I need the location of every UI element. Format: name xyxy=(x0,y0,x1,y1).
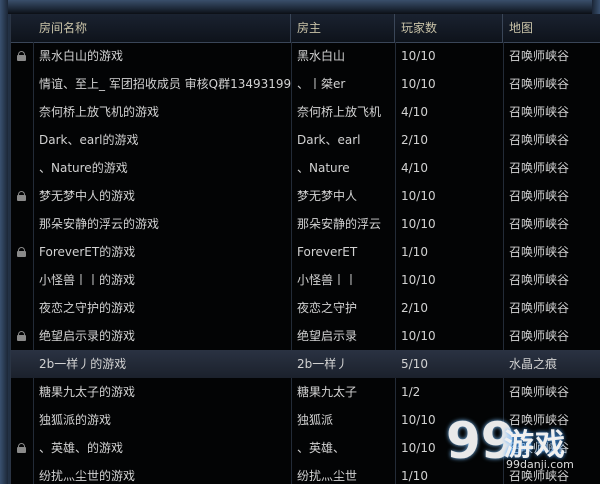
host-cell: 黑水白山 xyxy=(297,49,346,63)
room-name-cell: 2b一样丿的游戏 xyxy=(39,357,127,371)
room-name-cell: 独狐派的游戏 xyxy=(39,413,112,427)
header-room-name[interactable]: 房间名称 xyxy=(33,14,291,42)
table-row[interactable]: 黑水白山的游戏 黑水白山 10/10 召唤师峡谷 xyxy=(11,42,600,70)
host-cell: 、英雄、 xyxy=(297,441,346,455)
lock-icon xyxy=(17,331,26,341)
lock-icon xyxy=(17,443,26,453)
room-name-cell: 、Nature的游戏 xyxy=(39,161,128,175)
table-header: 房间名称 房主 玩家数 地图 xyxy=(11,14,600,43)
watermark-url: 99danji.com xyxy=(506,458,574,471)
room-name-cell: 情谊、至上_ 军团招收成员 审核Q群134931999 xyxy=(39,77,291,91)
game-lobby-window: 房间名称 房主 玩家数 地图 黑水白山的游戏 黑水白山 10/10 召唤师峡谷 情谊、至… xyxy=(0,0,600,484)
window-frame-left xyxy=(0,0,8,484)
room-name-cell: 糖果九太子的游戏 xyxy=(39,385,136,399)
host-cell: 糖果九太子 xyxy=(297,385,358,399)
table-row[interactable]: 糖果九太子的游戏 糖果九太子 1/2 召唤师峡谷 xyxy=(11,378,600,406)
players-cell: 10/10 xyxy=(401,189,436,203)
players-cell: 4/10 xyxy=(401,105,428,119)
table-row[interactable]: 奈何桥上放飞机的游戏 奈何桥上放飞机 4/10 召唤师峡谷 xyxy=(11,98,600,126)
host-cell: 、丨桀er xyxy=(297,77,346,91)
map-cell: 召唤师峡谷 xyxy=(509,273,570,287)
players-cell: 4/10 xyxy=(401,161,428,175)
room-name-cell: 那朵安静的浮云的游戏 xyxy=(39,217,160,231)
room-name-cell: 夜恋之守护的游戏 xyxy=(39,301,136,315)
map-cell: 召唤师峡谷 xyxy=(509,301,570,315)
room-name-cell: 绝望启示录的游戏 xyxy=(39,329,136,343)
header-map[interactable]: 地图 xyxy=(503,14,600,42)
map-cell: 召唤师峡谷 xyxy=(509,133,570,147)
header-host[interactable]: 房主 xyxy=(291,14,395,42)
map-cell: 水晶之痕 xyxy=(509,357,558,371)
table-row[interactable]: 、Nature的游戏 、Nature 4/10 召唤师峡谷 xyxy=(11,154,600,182)
players-cell: 10/10 xyxy=(401,329,436,343)
players-cell: 2/10 xyxy=(401,133,428,147)
table-row[interactable]: 夜恋之守护的游戏 夜恋之守护 2/10 召唤师峡谷 xyxy=(11,294,600,322)
room-name-cell: 奈何桥上放飞机的游戏 xyxy=(39,105,160,119)
players-cell: 1/10 xyxy=(401,245,428,259)
room-name-cell: 、英雄、的游戏 xyxy=(39,441,124,455)
players-cell: 2/10 xyxy=(401,301,428,315)
host-cell: 那朵安静的浮云 xyxy=(297,217,382,231)
map-cell: 召唤师峡谷 xyxy=(509,245,570,259)
players-cell: 1/2 xyxy=(401,385,421,399)
map-cell: 召唤师峡谷 xyxy=(509,217,570,231)
players-cell: 5/10 xyxy=(401,357,428,371)
table-row[interactable]: 2b一样丿的游戏 2b一样丿 5/10 水晶之痕 xyxy=(11,350,600,378)
room-name-cell: Dark、earl的游戏 xyxy=(39,133,139,147)
room-name-cell: ForeverET的游戏 xyxy=(39,245,136,259)
map-cell: 召唤师峡谷 xyxy=(509,105,570,119)
map-cell: 召唤师峡谷 xyxy=(509,329,570,343)
lock-icon xyxy=(17,51,26,61)
host-cell: Dark、earl xyxy=(297,133,361,147)
map-cell: 召唤师峡谷 xyxy=(509,189,570,203)
players-cell: 10/10 xyxy=(401,217,436,231)
room-name-cell: 纷扰灬尘世的游戏 xyxy=(39,469,136,483)
map-cell: 召唤师峡谷 xyxy=(509,77,570,91)
host-cell: 夜恋之守护 xyxy=(297,301,358,315)
players-cell: 10/10 xyxy=(401,273,436,287)
window-frame-top xyxy=(0,0,600,14)
lock-icon xyxy=(17,191,26,201)
host-cell: 、Nature xyxy=(297,161,350,175)
map-cell: 召唤师峡谷 xyxy=(509,385,570,399)
host-cell: 小怪兽丨丨 xyxy=(297,273,358,287)
table-row[interactable]: 绝望启示录的游戏 绝望启示录 10/10 召唤师峡谷 xyxy=(11,322,600,350)
room-name-cell: 黑水白山的游戏 xyxy=(39,49,124,63)
header-players[interactable]: 玩家数 xyxy=(395,14,503,42)
table-row[interactable]: 那朵安静的浮云的游戏 那朵安静的浮云 10/10 召唤师峡谷 xyxy=(11,210,600,238)
host-cell: 独狐派 xyxy=(297,413,334,427)
host-cell: 奈何桥上放飞机 xyxy=(297,105,382,119)
lock-icon xyxy=(17,247,26,257)
table-row[interactable]: 梦无梦中人的游戏 梦无梦中人 10/10 召唤师峡谷 xyxy=(11,182,600,210)
host-cell: 梦无梦中人 xyxy=(297,189,358,203)
map-cell: 召唤师峡谷 xyxy=(509,49,570,63)
players-cell: 10/10 xyxy=(401,77,436,91)
host-cell: ForeverET xyxy=(297,245,358,259)
host-cell: 2b一样丿 xyxy=(297,357,349,371)
host-cell: 绝望启示录 xyxy=(297,329,358,343)
table-row[interactable]: 情谊、至上_ 军团招收成员 审核Q群134931999 、丨桀er 10/10 召唤师… xyxy=(11,70,600,98)
watermark-logo: 99 游戏 99danji.com xyxy=(446,414,586,478)
room-name-cell: 小怪兽丨丨的游戏 xyxy=(39,273,136,287)
players-cell: 10/10 xyxy=(401,49,436,63)
table-row[interactable]: Dark、earl的游戏 Dark、earl 2/10 召唤师峡谷 xyxy=(11,126,600,154)
map-cell: 召唤师峡谷 xyxy=(509,161,570,175)
room-name-cell: 梦无梦中人的游戏 xyxy=(39,189,136,203)
table-row[interactable]: 小怪兽丨丨的游戏 小怪兽丨丨 10/10 召唤师峡谷 xyxy=(11,266,600,294)
host-cell: 纷扰灬尘世 xyxy=(297,469,358,483)
table-row[interactable]: ForeverET的游戏 ForeverET 1/10 召唤师峡谷 xyxy=(11,238,600,266)
